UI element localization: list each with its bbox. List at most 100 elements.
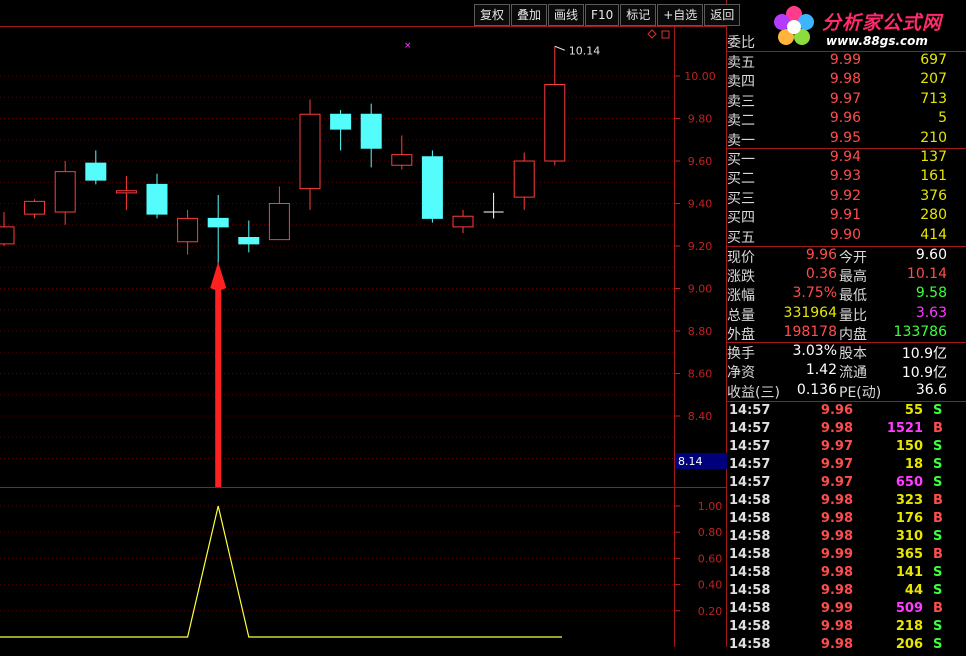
tick-price: 9.99 bbox=[820, 601, 853, 616]
stat-label: 股本 bbox=[839, 346, 867, 362]
bid-volume: 280 bbox=[920, 207, 947, 224]
tick-time: 14:58 bbox=[729, 511, 771, 526]
bid-level: 买五 9.90 414 bbox=[727, 227, 966, 246]
stat-value: 10.14 bbox=[906, 266, 947, 283]
overlay-button[interactable]: 叠加 bbox=[511, 4, 548, 26]
stat-label: 换手 bbox=[727, 346, 755, 362]
tick-price: 9.97 bbox=[820, 439, 853, 454]
tick-side: B bbox=[933, 511, 943, 526]
stat-label: 涨幅 bbox=[727, 288, 755, 305]
tick-side: S bbox=[933, 637, 943, 652]
tick-price: 9.96 bbox=[820, 403, 853, 418]
ask-level: 卖三 9.97 713 bbox=[727, 91, 966, 110]
ask-level: 卖二 9.96 5 bbox=[727, 110, 966, 129]
kline-chart[interactable]: 10.00 9.80 9.60 9.40 9.20 9.00 8.80 8.60 8.40 1.0… bbox=[0, 0, 727, 647]
high-marker bbox=[554, 45, 565, 51]
fundamental-row: 收益(三) 0.136 PE(动) 36.6 bbox=[727, 382, 966, 401]
bid-label: 买三 bbox=[727, 190, 755, 207]
candle-body bbox=[146, 183, 168, 215]
candle-body bbox=[452, 215, 474, 228]
indicator-tick-label: 0.20 bbox=[698, 605, 723, 618]
tick-row: 14:57 9.96 55 S bbox=[727, 403, 966, 422]
tick-row: 14:57 9.97 650 S bbox=[727, 475, 966, 494]
ask-label: 卖四 bbox=[727, 74, 755, 91]
candle-body bbox=[330, 113, 352, 130]
fuquan-button[interactable]: 复权 bbox=[474, 4, 511, 26]
tick-time: 14:57 bbox=[729, 439, 771, 454]
weibi-label: 委比 bbox=[727, 35, 755, 51]
indicator-tick-label: 0.40 bbox=[698, 579, 723, 592]
signal-arrow-icon bbox=[210, 262, 227, 487]
tick-time: 14:58 bbox=[729, 637, 771, 652]
tick-row: 14:57 9.97 18 S bbox=[727, 457, 966, 476]
marker-x-icon: × bbox=[404, 41, 412, 51]
mark-button[interactable]: 标记 bbox=[620, 4, 657, 26]
candle-body bbox=[360, 113, 382, 149]
tick-time: 14:57 bbox=[729, 421, 771, 436]
tick-row: 14:58 9.98 310 S bbox=[727, 529, 966, 548]
stat-label: 净资 bbox=[727, 365, 755, 382]
candle-body bbox=[391, 154, 413, 166]
candle-body bbox=[207, 217, 229, 228]
tick-volume: 323 bbox=[895, 493, 923, 508]
candle-body bbox=[421, 156, 443, 219]
tick-time: 14:58 bbox=[729, 529, 771, 544]
tick-side: S bbox=[933, 583, 943, 598]
tick-volume: 44 bbox=[904, 583, 923, 598]
ask-label: 卖三 bbox=[727, 93, 755, 110]
tick-volume: 55 bbox=[904, 403, 923, 418]
tick-time: 14:58 bbox=[729, 583, 771, 598]
price-tick-label: 9.80 bbox=[688, 113, 713, 126]
ask-volume: 207 bbox=[920, 71, 947, 88]
bid-label: 买二 bbox=[727, 171, 755, 188]
tick-price: 9.98 bbox=[820, 421, 853, 436]
stat-row: 涨幅 3.75% 最低 9.58 bbox=[727, 285, 966, 304]
tick-price: 9.97 bbox=[820, 475, 853, 490]
tick-side: S bbox=[933, 529, 943, 544]
stat-value: 0.136 bbox=[796, 381, 837, 398]
draw-line-button[interactable]: 画线 bbox=[548, 4, 585, 26]
tick-time: 14:58 bbox=[729, 493, 771, 508]
stat-label: 总量 bbox=[727, 307, 755, 324]
stat-value: 198178 bbox=[783, 323, 837, 340]
price-tick-label: 9.00 bbox=[688, 283, 713, 296]
bid-label: 买四 bbox=[727, 210, 755, 227]
high-label: 10.14 bbox=[569, 44, 601, 57]
tick-volume: 1521 bbox=[886, 421, 923, 436]
stat-label: 最高 bbox=[839, 269, 867, 286]
stat-value: 1.42 bbox=[805, 362, 837, 379]
tick-price: 9.98 bbox=[820, 637, 853, 652]
stat-value: 9.96 bbox=[805, 247, 837, 263]
candle-body bbox=[115, 190, 137, 194]
indicator-line bbox=[0, 505, 562, 638]
tick-volume: 150 bbox=[895, 439, 923, 454]
tick-row: 14:58 9.98 218 S bbox=[727, 619, 966, 638]
stat-value: 0.36 bbox=[805, 266, 837, 283]
tick-price: 9.97 bbox=[820, 457, 853, 472]
candle-body bbox=[513, 160, 535, 198]
stat-value: 10.9亿 bbox=[901, 365, 947, 382]
tick-side: S bbox=[933, 439, 943, 454]
candle-body bbox=[54, 171, 76, 213]
stat-value: 3.75% bbox=[792, 285, 837, 302]
tick-volume: 310 bbox=[895, 529, 923, 544]
price-tick-label: 8.80 bbox=[688, 325, 713, 338]
add-watchlist-button[interactable]: +自选 bbox=[657, 4, 704, 26]
candle-body bbox=[24, 200, 46, 215]
tick-row: 14:57 9.98 1521 B bbox=[727, 421, 966, 440]
tick-side: S bbox=[933, 619, 943, 634]
price-tick-label: 9.20 bbox=[688, 240, 713, 253]
tick-time: 14:58 bbox=[729, 619, 771, 634]
f10-button[interactable]: F10 bbox=[585, 4, 620, 26]
tick-volume: 18 bbox=[904, 457, 923, 472]
candle-body bbox=[268, 203, 290, 241]
back-button[interactable]: 返回 bbox=[704, 4, 741, 26]
indicator-tick-label: 0.80 bbox=[698, 526, 723, 539]
tick-row: 14:57 9.97 150 S bbox=[727, 439, 966, 458]
tick-side: B bbox=[933, 421, 943, 436]
tick-time: 14:58 bbox=[729, 601, 771, 616]
tick-side: S bbox=[933, 475, 943, 490]
ask-volume: 713 bbox=[920, 90, 947, 107]
candle-body bbox=[299, 113, 321, 190]
tick-side: S bbox=[933, 565, 943, 580]
